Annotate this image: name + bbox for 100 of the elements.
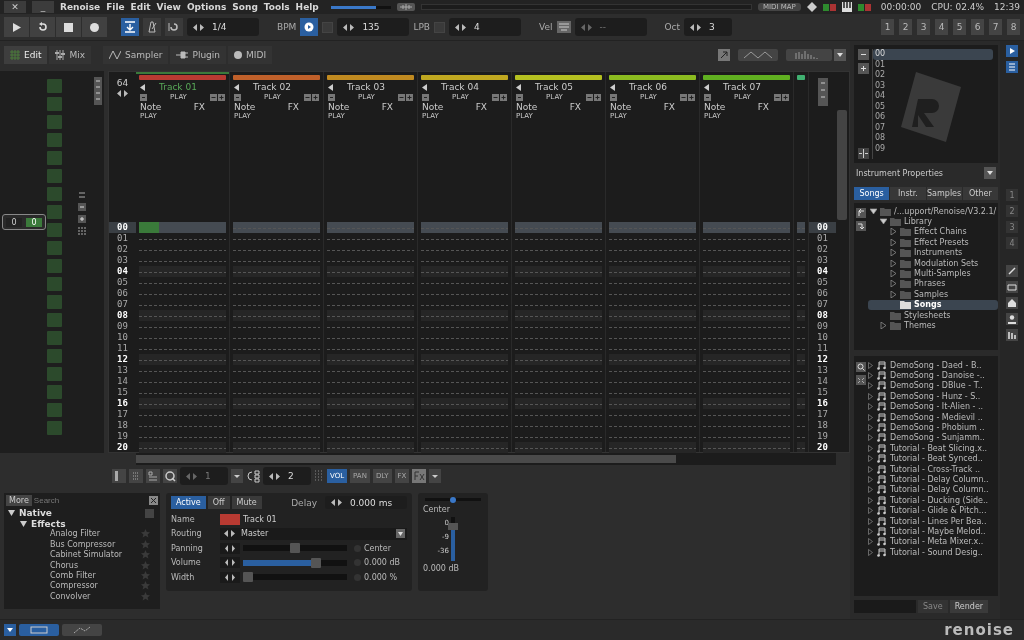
minus-icon[interactable] [492,93,499,101]
minus-icon[interactable] [304,93,311,101]
pattern-cell[interactable] [797,442,805,452]
track-name[interactable]: Track 04 [441,82,479,92]
bars-icon[interactable] [1006,329,1018,341]
pattern-cell[interactable] [327,310,414,321]
sequence-entry[interactable]: 07 [873,122,889,133]
plus-icon[interactable] [406,93,413,101]
track-mini-control[interactable]: 0 0 [2,214,46,230]
pattern-cell[interactable] [797,354,805,365]
collapse-icon[interactable] [610,83,615,91]
loop-button[interactable] [30,17,55,37]
expand-arrow-icon[interactable] [870,207,877,215]
pattern-cell[interactable] [609,266,696,277]
pattern-cell[interactable] [703,310,790,321]
pattern-cell[interactable] [421,354,508,365]
pattern-cell[interactable] [233,310,320,321]
pattern-cell[interactable] [233,222,320,233]
effect-item[interactable]: Bus Compressor [40,539,137,549]
play-icon[interactable] [1006,45,1018,57]
star-icon[interactable] [141,529,150,539]
pattern-cell[interactable] [327,354,414,365]
parent-folder-icon[interactable] [856,208,866,218]
plus-icon[interactable] [218,93,225,101]
browser-tab[interactable]: Other [962,187,998,200]
pattern-cell[interactable] [703,222,790,233]
down-folder-icon[interactable] [856,221,866,231]
minus-icon[interactable] [586,93,593,101]
quantize-amount-spinner[interactable]: 1 [180,467,228,485]
plus-icon[interactable] [688,93,695,101]
effect-item[interactable]: Analog Filter [40,529,137,539]
browser-tab[interactable]: Songs [854,187,890,200]
pattern-cell[interactable] [327,222,414,233]
menu-item[interactable]: Song [232,2,258,12]
track-select-button[interactable]: 7 [989,19,1002,35]
menu-item[interactable]: View [156,2,181,12]
menu-item[interactable]: Tools [263,2,290,12]
home-icon[interactable] [1006,297,1018,309]
pattern-cell[interactable] [233,398,320,409]
editor-tab[interactable]: Sampler [103,46,169,64]
transpose-icon[interactable] [129,469,143,483]
pattern-cell[interactable] [327,442,414,453]
quantize-spinner[interactable]: 1/4 [187,18,259,36]
plus-icon[interactable] [594,93,601,101]
sequence-entry[interactable]: 08 [873,133,889,144]
stepper-arrows-icon[interactable] [690,23,702,31]
menu-item[interactable]: Renoise [60,2,101,12]
stepper-arrows-icon[interactable] [193,23,204,31]
folder-item[interactable]: Effect Chains [868,226,998,238]
song-file-item[interactable]: Tutorial - Maybe Melod.. [868,526,998,537]
minus-icon[interactable] [858,49,869,60]
menu-item[interactable]: Edit [130,2,151,12]
view-tab[interactable]: Mix [49,46,92,64]
track-name[interactable]: Track 01 [159,82,197,92]
pattern-cell[interactable] [139,354,226,365]
sequence-entry[interactable]: 00 [873,49,993,60]
effect-item[interactable]: Compressor [40,581,137,591]
song-file-item[interactable]: DemoSong - Hunz - S.. [868,391,998,402]
pattern-cell[interactable] [515,354,602,365]
follow-button[interactable] [121,18,139,36]
track-color-swatch[interactable] [220,513,240,525]
favorites-toggle[interactable] [145,509,154,518]
track-state-button[interactable]: Mute [231,496,262,509]
solo-icon[interactable] [140,93,147,101]
star-icon[interactable] [141,591,150,601]
song-file-item[interactable]: DemoSong - Phobium .. [868,422,998,433]
minus-icon[interactable] [78,203,86,211]
pattern-cell[interactable] [421,310,508,321]
solo-icon[interactable] [610,93,617,101]
effect-item[interactable]: Convolver [40,591,137,601]
detach-icon[interactable] [718,49,730,61]
solo-icon[interactable] [516,93,523,101]
menu-item[interactable]: File [106,2,125,12]
pattern-cell[interactable] [609,442,696,453]
folder-item[interactable]: Phrases [868,278,998,290]
split-view-icon[interactable] [112,469,126,483]
plus-icon[interactable] [312,93,319,101]
sequence-entry[interactable]: 06 [873,112,889,123]
pattern-cell[interactable] [233,354,320,365]
track-select-button[interactable]: 4 [935,19,948,35]
folder-item[interactable]: Modulation Sets [868,257,998,269]
folder-item[interactable]: /...upport/Renoise/V3.2.1/ [868,206,998,217]
effect-item[interactable]: Effects [31,518,66,529]
track-color-bar[interactable] [233,75,320,80]
stepper-arrows-icon[interactable] [455,23,466,31]
folder-item[interactable]: Effect Presets [868,237,998,248]
song-file-item[interactable]: Tutorial - Lines Per Bea.. [868,515,998,527]
tap-tempo-button[interactable] [300,18,319,36]
waveform-icon[interactable] [396,3,415,11]
dropdown-icon[interactable] [396,529,405,539]
lpb-spinner[interactable]: 4 [449,18,521,36]
track-select-button[interactable]: 8 [1007,19,1020,35]
edit-step-spinner[interactable]: 2 [263,467,311,485]
song-file-item[interactable]: DemoSong - Danoise -.. [868,370,998,381]
pattern-cell[interactable] [797,222,805,233]
pattern-cell[interactable] [327,266,414,277]
track-color-bar[interactable] [421,75,508,80]
solo-icon[interactable] [704,93,711,101]
pattern-cell[interactable] [797,310,805,321]
song-file-item[interactable]: Tutorial - Beat Slicing.x.. [868,443,998,454]
